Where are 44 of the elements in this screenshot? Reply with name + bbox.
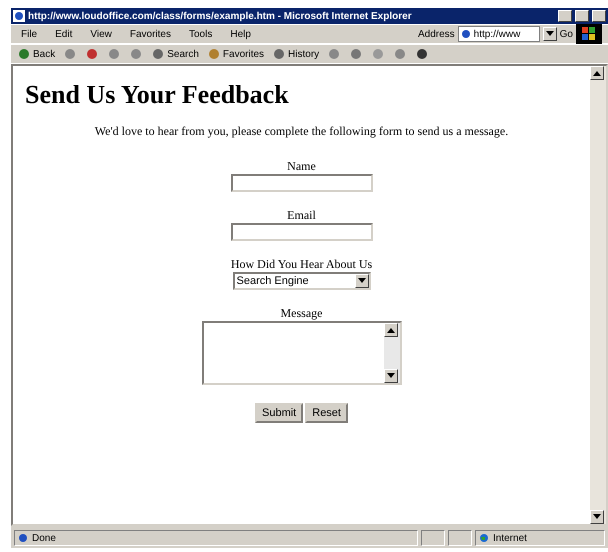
- menu-item[interactable]: Tools: [184, 28, 216, 40]
- scrollbar[interactable]: [590, 66, 606, 524]
- search-button[interactable]: Search: [151, 47, 199, 61]
- message-field[interactable]: [202, 321, 402, 385]
- menu-item[interactable]: Favorites: [126, 28, 175, 40]
- status-panel: [421, 530, 445, 546]
- intro-text: We'd love to hear from you, please complete the following form to send us a message.: [94, 124, 508, 139]
- menu-item[interactable]: View: [86, 28, 116, 40]
- close-button[interactable]: [592, 10, 606, 22]
- menu-item[interactable]: Edit: [51, 28, 76, 40]
- address-field[interactable]: http://www: [458, 26, 540, 42]
- scroll-up-icon: [386, 327, 394, 333]
- scroll-down-icon: [593, 514, 601, 520]
- windows-logo: [576, 24, 602, 44]
- minimize-button[interactable]: [558, 10, 572, 22]
- address-label: Address: [418, 28, 455, 40]
- dropdown-button[interactable]: [542, 27, 557, 41]
- text-field[interactable]: [230, 223, 372, 241]
- scroll-up-icon: [593, 70, 601, 76]
- maximize-button[interactable]: [575, 10, 589, 22]
- globe-icon: [479, 533, 489, 543]
- caret-icon: [358, 278, 366, 284]
- select-field[interactable]: Search Engine: [232, 272, 370, 290]
- caret-icon: [546, 31, 554, 37]
- text-field[interactable]: [230, 174, 372, 192]
- page-heading: Send Us Your Feedback: [25, 80, 289, 110]
- favorites-button[interactable]: Favorites: [206, 47, 264, 61]
- go-button[interactable]: Go: [560, 28, 573, 40]
- field-label: How Did You Hear About Us: [230, 257, 372, 272]
- field-label: Name: [287, 159, 316, 174]
- status-panel: [448, 530, 472, 546]
- field-label: Message: [280, 306, 322, 321]
- menu-item[interactable]: Help: [226, 28, 255, 40]
- back-button[interactable]: Back: [17, 47, 56, 61]
- history-button[interactable]: History: [272, 47, 320, 61]
- zone-text: Internet: [493, 532, 527, 544]
- window-title: http://www.loudoffice.com/class/forms/example.htm - Microsoft Internet Explorer: [28, 10, 413, 22]
- field-label: Email: [287, 208, 316, 223]
- form-button[interactable]: Submit: [255, 403, 304, 423]
- menu-item[interactable]: File: [17, 28, 42, 40]
- browser-icon: [13, 10, 25, 22]
- scroll-down-icon: [386, 373, 394, 379]
- form-button[interactable]: Reset: [305, 403, 348, 423]
- status-text: Done: [32, 532, 56, 544]
